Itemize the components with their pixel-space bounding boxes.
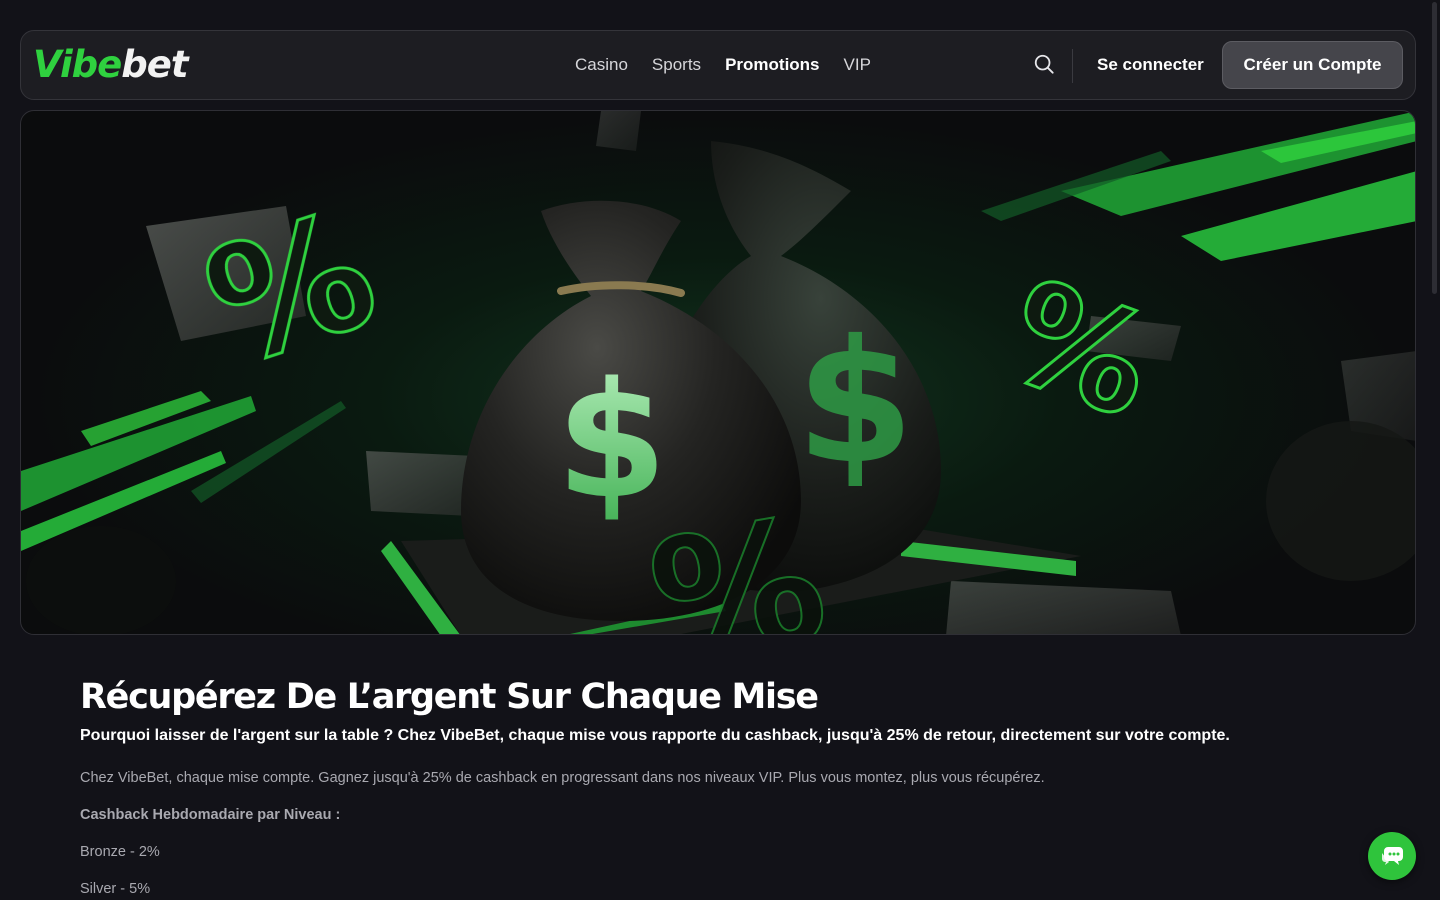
search-icon (1034, 54, 1054, 74)
svg-text:%: % (986, 250, 1174, 451)
svg-text:%: % (186, 175, 396, 402)
main-nav: Casino Sports Promotions VIP (575, 31, 871, 99)
site-header: Vibebet Casino Sports Promotions VIP Se … (20, 30, 1416, 100)
login-button[interactable]: Se connecter (1087, 42, 1214, 88)
page-scrollbar[interactable] (1430, 0, 1440, 900)
tier-silver: Silver - 5% (80, 881, 151, 897)
promotion-content: Récupérez De L’argent Sur Chaque Mise Po… (80, 676, 1360, 899)
signup-button[interactable]: Créer un Compte (1222, 41, 1403, 89)
logo-vibe: Vibe (33, 43, 122, 86)
percent-symbol-right: % (985, 248, 1176, 452)
nav-sports[interactable]: Sports (652, 55, 701, 75)
promotion-hero-banner: $ $ % % % (20, 110, 1416, 635)
scrollbar-thumb[interactable] (1432, 2, 1437, 294)
back-bag-dollar: $ (796, 304, 914, 502)
tier-bronze: Bronze - 2% (80, 844, 160, 860)
page: Vibebet Casino Sports Promotions VIP Se … (0, 0, 1440, 900)
intro-paragraph: Chez VibeBet, chaque mise compte. Gagnez… (80, 770, 1045, 786)
header-divider (1072, 49, 1073, 83)
page-title: Récupérez De L’argent Sur Chaque Mise (80, 677, 819, 717)
nav-vip[interactable]: VIP (844, 55, 871, 75)
front-bag-dollar: $ (556, 347, 667, 534)
percent-symbol-left: % (184, 174, 397, 404)
chat-bubbles-icon (1382, 847, 1403, 865)
nav-casino[interactable]: Casino (575, 55, 628, 75)
logo-bet: bet (121, 43, 188, 86)
page-subtitle: Pourquoi laisser de l'argent sur la tabl… (80, 727, 1230, 744)
nav-promotions[interactable]: Promotions (725, 55, 819, 75)
cashback-list-heading: Cashback Hebdomadaire par Niveau : (80, 807, 341, 823)
hero-illustration: $ $ % % % (21, 111, 1415, 634)
search-button[interactable] (1031, 51, 1057, 77)
vibebet-logo[interactable]: Vibebet (33, 43, 189, 87)
live-chat-button[interactable] (1368, 832, 1416, 880)
